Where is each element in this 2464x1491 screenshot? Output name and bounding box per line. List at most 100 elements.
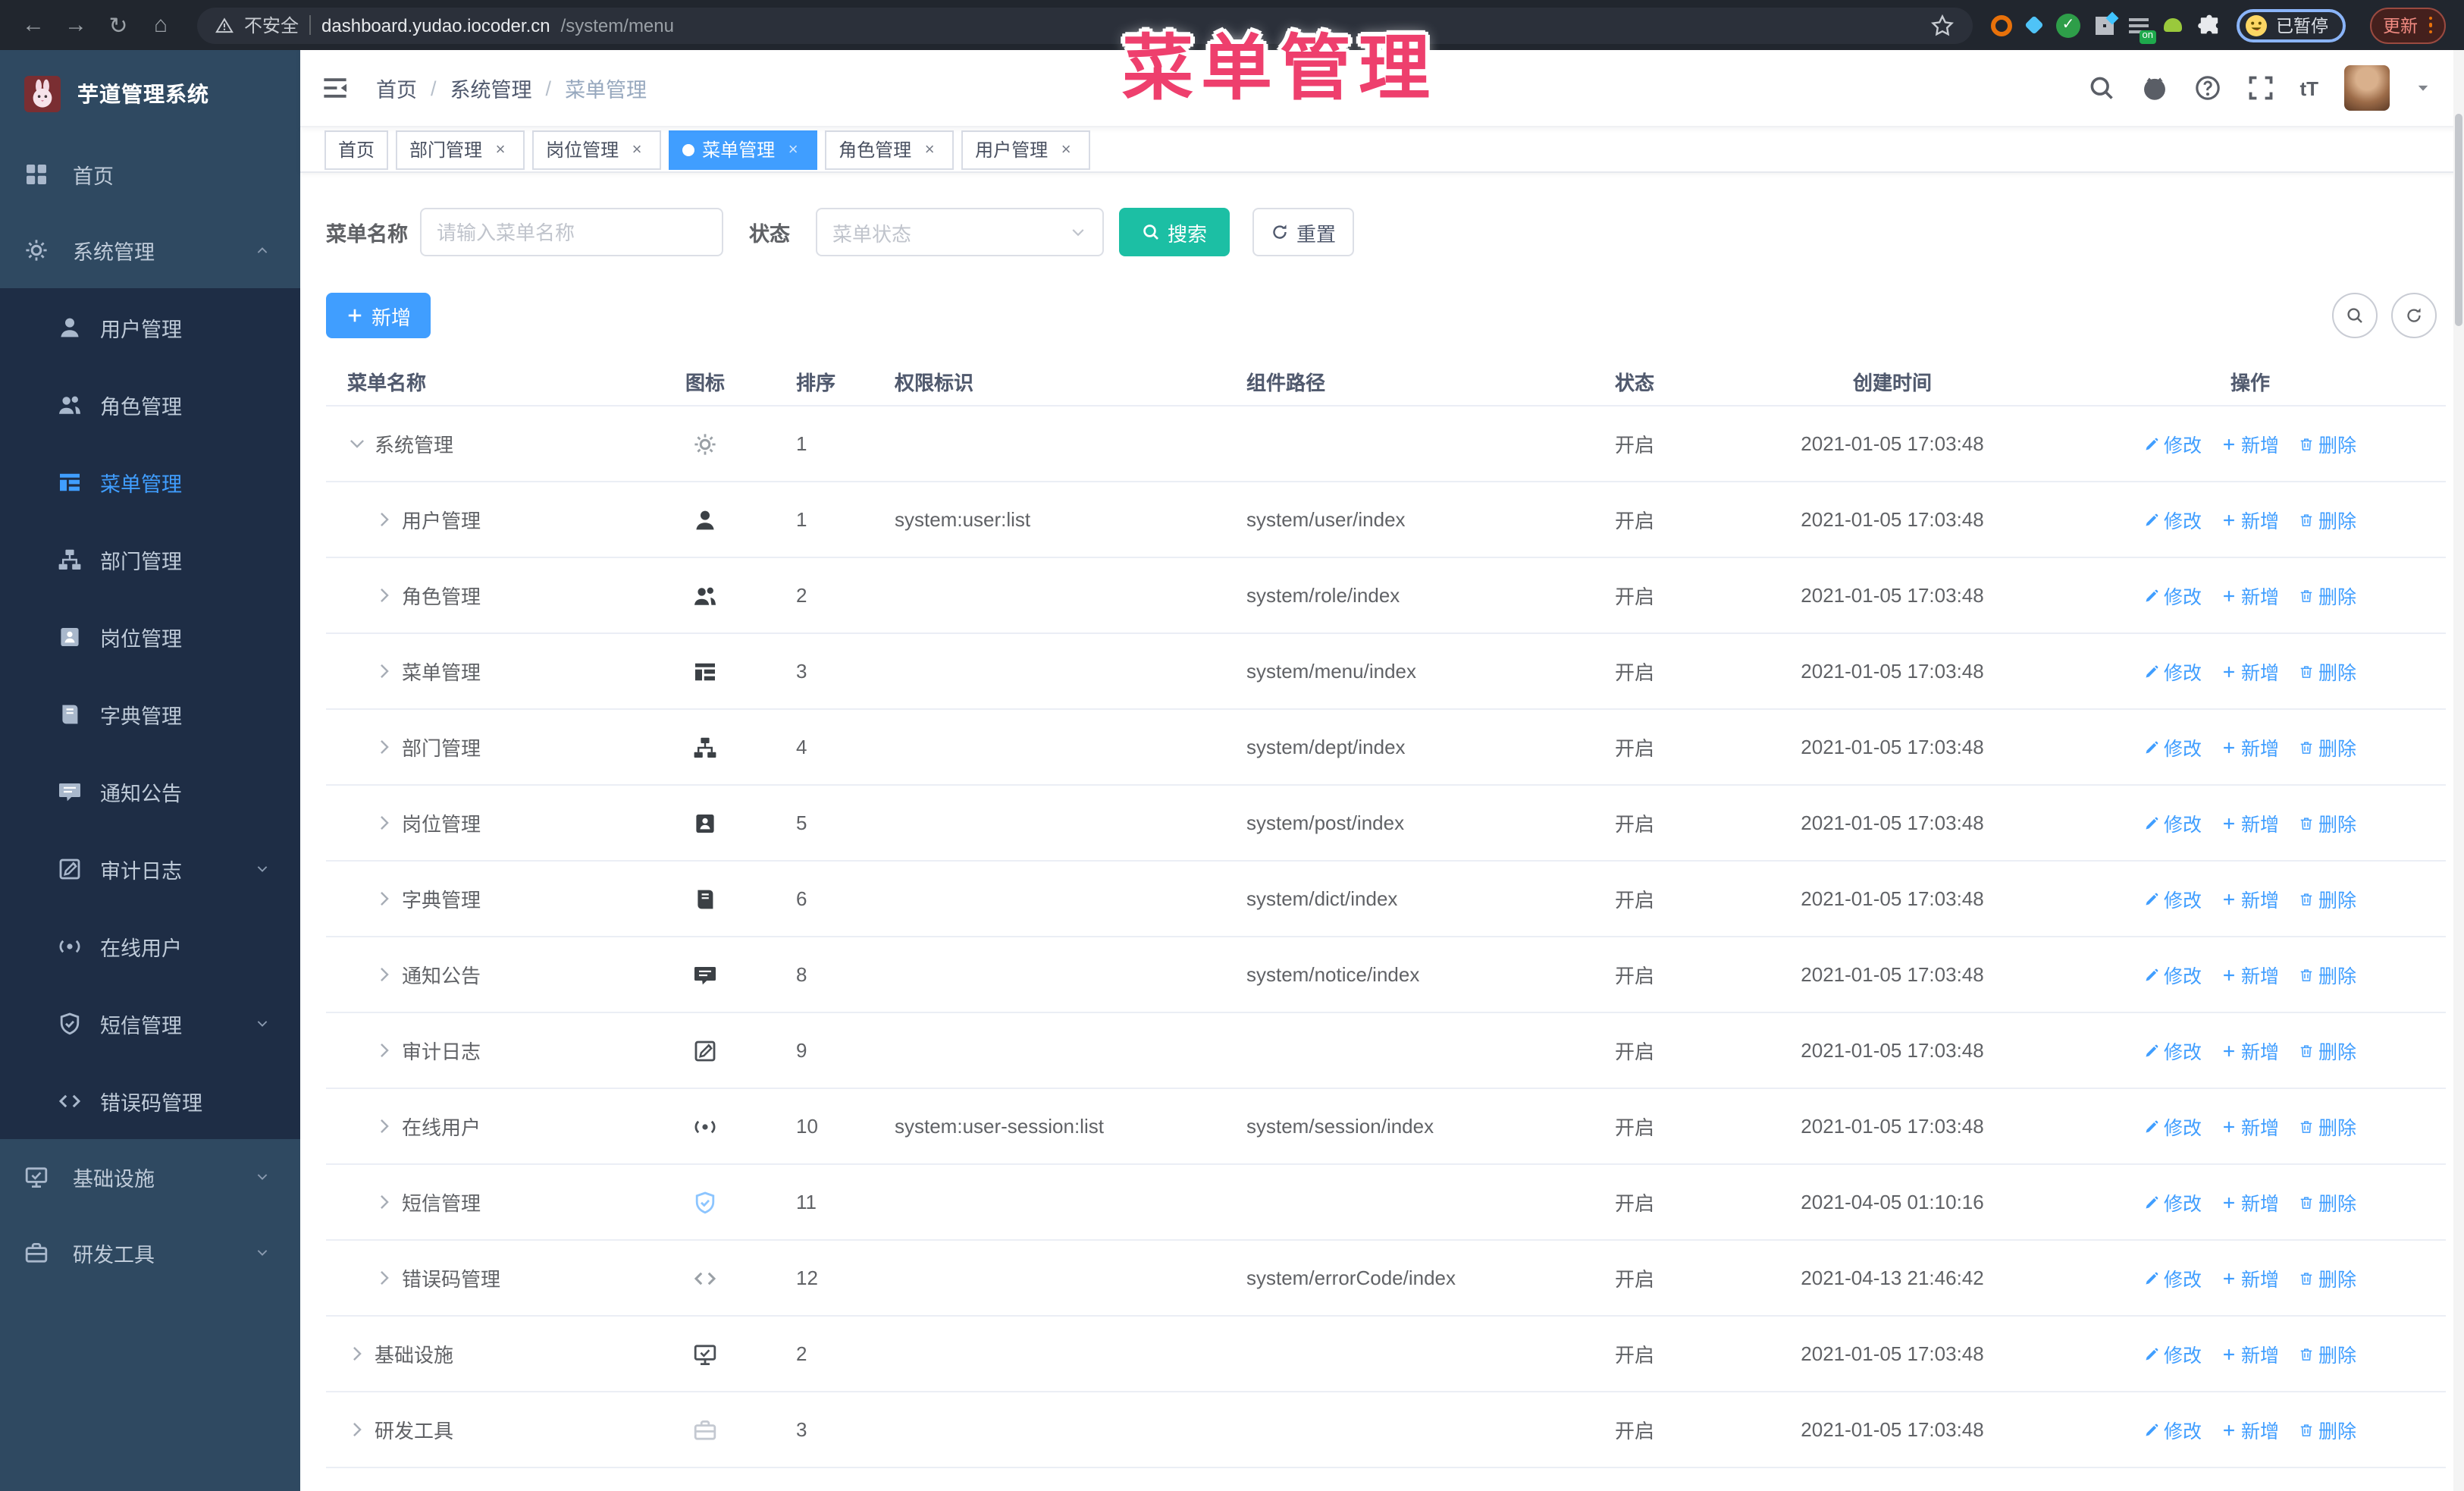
- page-tab[interactable]: 菜单管理 ×: [669, 130, 818, 169]
- row-action-add[interactable]: 新增: [2221, 808, 2279, 837]
- tab-close-icon[interactable]: ×: [1055, 140, 1077, 159]
- row-action-delete[interactable]: 删除: [2299, 657, 2356, 686]
- refresh-table-button[interactable]: [2391, 293, 2437, 338]
- sidebar-item[interactable]: 菜单管理: [0, 443, 300, 520]
- page-tab[interactable]: 用户管理 ×: [961, 130, 1091, 169]
- menu-name-input[interactable]: [420, 208, 723, 256]
- browser-reload-icon[interactable]: ↻: [100, 11, 136, 39]
- row-action-add[interactable]: 新增: [2221, 1112, 2279, 1141]
- sidebar-item[interactable]: 在线用户: [0, 907, 300, 984]
- breadcrumb-item[interactable]: 菜单管理: [565, 73, 647, 103]
- page-tab[interactable]: 首页: [324, 130, 389, 169]
- browser-menu-icon[interactable]: [2428, 16, 2432, 34]
- row-action-add[interactable]: 新增: [2221, 1339, 2279, 1368]
- row-action-add[interactable]: 新增: [2221, 657, 2279, 686]
- browser-home-icon[interactable]: ⌂: [143, 12, 179, 38]
- row-action-add[interactable]: 新增: [2221, 505, 2279, 534]
- expand-caret-right-icon[interactable]: [375, 1041, 394, 1060]
- extension-check-icon[interactable]: ✓: [2056, 13, 2080, 37]
- row-action-edit[interactable]: 修改: [2144, 1036, 2202, 1065]
- expand-caret-right-icon[interactable]: [375, 965, 394, 984]
- sidebar-item[interactable]: 岗位管理: [0, 598, 300, 675]
- row-action-edit[interactable]: 修改: [2144, 960, 2202, 989]
- extension-list-icon[interactable]: on: [2129, 17, 2156, 43]
- user-avatar[interactable]: [2344, 65, 2390, 111]
- profile-paused-badge[interactable]: 已暂停: [2237, 8, 2345, 42]
- row-action-delete[interactable]: 删除: [2299, 1339, 2356, 1368]
- tab-close-icon[interactable]: ×: [782, 140, 804, 159]
- expand-caret-right-icon[interactable]: [375, 661, 394, 681]
- row-action-edit[interactable]: 修改: [2144, 1112, 2202, 1141]
- app-logo[interactable]: 芋道管理系统: [0, 50, 300, 137]
- row-action-add[interactable]: 新增: [2221, 1415, 2279, 1444]
- page-scrollbar[interactable]: [2453, 50, 2464, 1491]
- row-action-edit[interactable]: 修改: [2144, 581, 2202, 610]
- breadcrumb-item[interactable]: 系统管理: [450, 73, 532, 103]
- fullscreen-icon[interactable]: [2246, 74, 2274, 102]
- browser-forward-icon[interactable]: →: [58, 12, 94, 38]
- row-action-add[interactable]: 新增: [2221, 1036, 2279, 1065]
- expand-caret-right-icon[interactable]: [375, 737, 394, 757]
- security-warning-label[interactable]: 不安全: [244, 12, 299, 38]
- tab-close-icon[interactable]: ×: [490, 140, 511, 159]
- sidebar-item[interactable]: 审计日志: [0, 830, 300, 907]
- reset-button[interactable]: 重置: [1252, 208, 1354, 256]
- sidebar-item[interactable]: 通知公告: [0, 752, 300, 830]
- sidebar-item[interactable]: 基础设施: [0, 1139, 300, 1215]
- sidebar-item[interactable]: 首页: [0, 137, 300, 212]
- row-action-edit[interactable]: 修改: [2144, 1339, 2202, 1368]
- browser-back-icon[interactable]: ←: [15, 12, 52, 38]
- row-action-delete[interactable]: 删除: [2299, 505, 2356, 534]
- page-tab[interactable]: 角色管理 ×: [825, 130, 955, 169]
- row-action-edit[interactable]: 修改: [2144, 1415, 2202, 1444]
- extension-gem-icon[interactable]: [2024, 15, 2044, 35]
- page-tab[interactable]: 岗位管理 ×: [532, 130, 662, 169]
- row-action-edit[interactable]: 修改: [2144, 808, 2202, 837]
- row-action-edit[interactable]: 修改: [2144, 505, 2202, 534]
- browser-address-bar[interactable]: 不安全 dashboard.yudao.iocoder.cn/system/me…: [197, 7, 1973, 43]
- github-icon[interactable]: [2140, 74, 2168, 102]
- sidebar-item[interactable]: 字典管理: [0, 675, 300, 752]
- expand-caret-right-icon[interactable]: [347, 1420, 367, 1439]
- row-action-add[interactable]: 新增: [2221, 1188, 2279, 1216]
- row-action-add[interactable]: 新增: [2221, 581, 2279, 610]
- page-tab[interactable]: 部门管理 ×: [396, 130, 525, 169]
- expand-caret-right-icon[interactable]: [347, 1344, 367, 1364]
- row-action-add[interactable]: 新增: [2221, 1263, 2279, 1292]
- extension-orange-icon[interactable]: [1991, 14, 2012, 36]
- row-action-edit[interactable]: 修改: [2144, 429, 2202, 458]
- row-action-delete[interactable]: 删除: [2299, 1036, 2356, 1065]
- extensions-puzzle-icon[interactable]: [2197, 13, 2221, 37]
- sidebar-item[interactable]: 系统管理: [0, 212, 300, 288]
- bookmark-star-icon[interactable]: [1930, 13, 1955, 37]
- expand-caret-down-icon[interactable]: [347, 434, 367, 454]
- status-select[interactable]: 菜单状态: [816, 208, 1104, 256]
- row-action-edit[interactable]: 修改: [2144, 1263, 2202, 1292]
- show-search-button[interactable]: [2332, 293, 2378, 338]
- row-action-delete[interactable]: 删除: [2299, 1263, 2356, 1292]
- sidebar-item[interactable]: 研发工具: [0, 1215, 300, 1291]
- row-action-delete[interactable]: 删除: [2299, 429, 2356, 458]
- breadcrumb-item[interactable]: 首页: [376, 73, 417, 103]
- expand-caret-right-icon[interactable]: [375, 510, 394, 529]
- expand-caret-right-icon[interactable]: [375, 889, 394, 909]
- sidebar-item[interactable]: 用户管理: [0, 288, 300, 366]
- row-action-delete[interactable]: 删除: [2299, 581, 2356, 610]
- row-action-edit[interactable]: 修改: [2144, 884, 2202, 913]
- expand-caret-right-icon[interactable]: [375, 585, 394, 605]
- help-icon[interactable]: [2193, 74, 2221, 102]
- font-size-icon[interactable]: tT: [2299, 77, 2318, 99]
- tab-close-icon[interactable]: ×: [919, 140, 940, 159]
- row-action-add[interactable]: 新增: [2221, 884, 2279, 913]
- browser-update-button[interactable]: 更新: [2369, 7, 2446, 43]
- row-action-delete[interactable]: 删除: [2299, 808, 2356, 837]
- expand-caret-right-icon[interactable]: [375, 813, 394, 833]
- add-button[interactable]: 新增: [326, 293, 431, 338]
- row-action-delete[interactable]: 删除: [2299, 884, 2356, 913]
- expand-caret-right-icon[interactable]: [375, 1192, 394, 1212]
- row-action-edit[interactable]: 修改: [2144, 657, 2202, 686]
- search-button[interactable]: 搜索: [1119, 208, 1230, 256]
- sidebar-item[interactable]: 错误码管理: [0, 1062, 300, 1139]
- sidebar-item[interactable]: 短信管理: [0, 984, 300, 1062]
- row-action-delete[interactable]: 删除: [2299, 1112, 2356, 1141]
